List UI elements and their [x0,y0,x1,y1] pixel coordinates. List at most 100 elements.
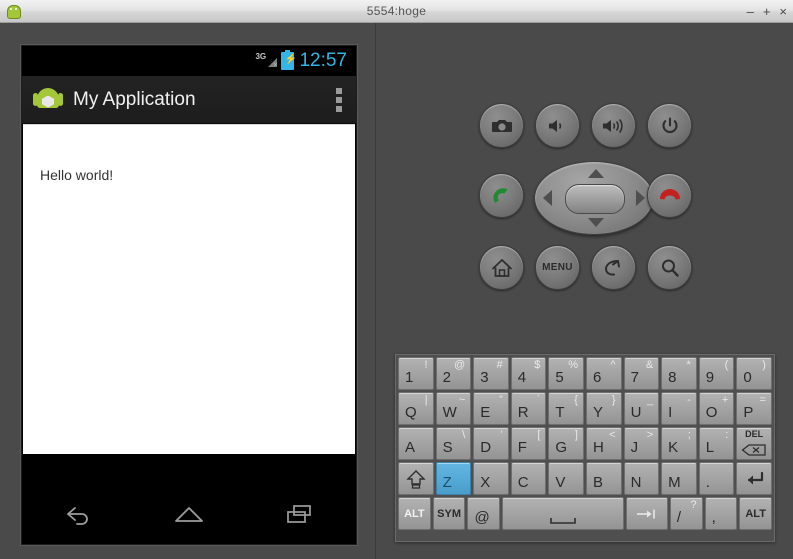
back-curve-icon [604,259,620,276]
alt-left-label: ALT [404,507,425,520]
key-comma[interactable]: , [704,497,738,530]
dpad[interactable] [534,161,654,235]
volume-down-button[interactable] [535,103,580,148]
emulator-menu-button[interactable]: MENU [535,245,580,290]
dpad-right-icon[interactable] [636,190,645,206]
key-q[interactable]: Q | [398,392,434,425]
key-main: 1 [405,369,414,386]
key-sup: ~ [458,394,466,406]
power-icon [662,116,677,133]
key-main: 9 [705,369,715,386]
key-f[interactable]: F[ [510,427,547,460]
close-button[interactable]: × [779,5,787,18]
end-call-button[interactable] [647,173,692,218]
key-z[interactable]: Z [435,462,472,495]
call-button[interactable] [479,173,524,218]
key-alt-right[interactable]: ALT [739,497,773,530]
key-8[interactable]: 8 * [661,357,697,390]
key-sup: } [611,394,616,406]
page-title: My Application [73,88,196,110]
key-1[interactable]: 1! [398,357,434,390]
nav-recents-button[interactable] [270,491,330,537]
dpad-left-icon[interactable] [543,190,552,206]
key-9[interactable]: 9( [698,357,735,390]
emulator-home-button[interactable] [479,245,524,290]
overflow-menu-icon[interactable] [336,88,342,112]
key-sup: \ [462,429,466,441]
key-k[interactable]: K; [661,427,697,460]
key-sup: : [725,429,729,441]
dpad-center-button[interactable] [565,184,625,214]
key-sup: _ [647,394,654,406]
volume-up-button[interactable] [591,103,636,148]
key-4[interactable]: 4 $ [510,357,547,390]
dpad-down-icon[interactable] [588,218,604,227]
key-period[interactable]: . [698,462,735,495]
phone-hangup-icon [659,188,680,199]
nav-home-button[interactable] [159,491,219,537]
key-r[interactable]: R ` [510,392,547,425]
app-action-bar: My Application [22,76,356,124]
key-enter[interactable] [736,462,772,495]
key-at[interactable]: @ [467,497,501,530]
key-c[interactable]: C [510,462,547,495]
hello-world-text: Hello world! [40,167,114,183]
key-main: H [592,439,604,456]
key-w[interactable]: W ~ [435,392,472,425]
key-o[interactable]: O + [698,392,735,425]
key-y[interactable]: Y} [585,392,622,425]
key-2[interactable]: 2 @ [435,357,472,390]
key-0[interactable]: 0) [736,357,772,390]
key-5[interactable]: 5% [548,357,584,390]
key-j[interactable]: J > [623,427,660,460]
key-a[interactable]: A [398,427,434,460]
key-3[interactable]: 3 # [473,357,509,390]
key-s[interactable]: S \ [435,427,472,460]
key-b[interactable]: B [585,462,622,495]
android-robot-icon [33,84,63,116]
key-slash[interactable]: / ? [669,497,703,530]
camera-button[interactable] [479,103,524,148]
key-sup: ) [762,359,766,371]
maximize-button[interactable]: + [763,5,771,18]
keyboard-row-home: A S \ D’ F[ G] H < J > K; L: DEL [398,427,772,460]
key-e[interactable]: E” [473,392,509,425]
alt-right-label: ALT [745,507,766,520]
key-main: J [630,439,639,456]
key-sup: ? [690,499,697,511]
power-button[interactable] [647,103,692,148]
key-6[interactable]: 6 ^ [585,357,622,390]
key-l[interactable]: L: [698,427,735,460]
key-main: I [668,404,673,421]
key-m[interactable]: M [661,462,697,495]
key-delete[interactable]: DEL [736,427,772,460]
key-v[interactable]: V [548,462,584,495]
key-sym[interactable]: SYM [432,497,466,530]
key-shift[interactable] [398,462,434,495]
key-sup: < [609,429,616,441]
key-main: S [442,439,453,456]
key-sup: - [687,394,691,406]
key-sup: ( [724,359,729,371]
key-i[interactable]: I- [661,392,697,425]
emulator-back-button[interactable] [591,245,636,290]
key-g[interactable]: G] [548,427,584,460]
key-u[interactable]: U _ [623,392,660,425]
key-tab[interactable] [625,497,668,530]
key-t[interactable]: T{ [548,392,584,425]
emulator-search-button[interactable] [647,245,692,290]
window-title: 5554:hoge [366,4,427,18]
key-space[interactable] [502,497,624,530]
key-h[interactable]: H < [585,427,622,460]
keyboard-row-numbers: 1! 2 @ 3 # 4 $ 5% 6 ^ 7 & 8 * 9( 0) [398,357,772,390]
key-alt-left[interactable]: ALT [398,497,431,530]
dpad-up-icon[interactable] [588,169,604,178]
key-7[interactable]: 7 & [623,357,660,390]
key-p[interactable]: P = [736,392,772,425]
key-n[interactable]: N [623,462,660,495]
minimize-button[interactable]: – [747,5,754,18]
key-x[interactable]: X [473,462,509,495]
nav-back-button[interactable] [48,491,108,537]
key-d[interactable]: D’ [473,427,509,460]
key-main: R [517,404,529,421]
